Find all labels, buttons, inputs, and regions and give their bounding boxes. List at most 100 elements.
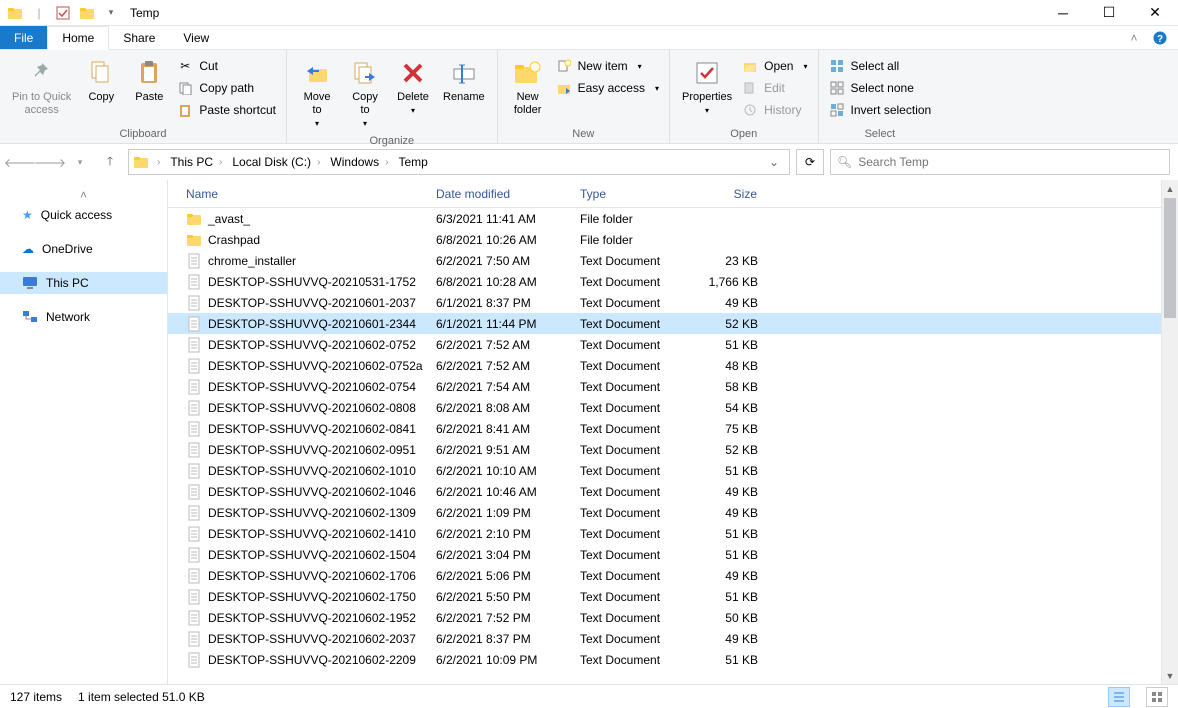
breadcrumb-segment[interactable]: › — [151, 150, 164, 174]
tab-home[interactable]: Home — [47, 26, 109, 50]
file-row[interactable]: DESKTOP-SSHUVVQ-20210602-10466/2/2021 10… — [168, 481, 1161, 502]
file-row[interactable]: DESKTOP-SSHUVVQ-20210531-17526/8/2021 10… — [168, 271, 1161, 292]
select-none-button[interactable]: Select none — [825, 77, 936, 99]
text-file-icon — [186, 400, 202, 416]
file-row[interactable]: _avast_6/3/2021 11:41 AMFile folder — [168, 208, 1161, 229]
select-all-button[interactable]: Select all — [825, 55, 936, 77]
pin-quick-access-button[interactable]: Pin to Quick access — [6, 53, 77, 121]
paste-shortcut-icon — [177, 102, 193, 118]
search-box[interactable]: 🔍︎ — [830, 149, 1170, 175]
open-button[interactable]: Open▾ — [738, 55, 811, 77]
maximize-button[interactable]: ☐ — [1086, 0, 1132, 26]
tab-file[interactable]: File — [0, 26, 47, 49]
col-name[interactable]: Name — [178, 187, 428, 201]
details-view-button[interactable] — [1108, 687, 1130, 707]
history-button[interactable]: History — [738, 99, 811, 121]
sidebar-this-pc[interactable]: This PC — [0, 272, 167, 294]
move-to-button[interactable]: Move to▾ — [293, 53, 341, 133]
folder-icon — [4, 2, 26, 24]
newfolder-qat-icon[interactable] — [76, 2, 98, 24]
file-row[interactable]: DESKTOP-SSHUVVQ-20210602-13096/2/2021 1:… — [168, 502, 1161, 523]
vertical-scrollbar[interactable]: ▲ ▼ — [1161, 180, 1178, 684]
file-size: 1,766 KB — [692, 275, 766, 289]
qat-dropdown-icon[interactable]: ▾ — [100, 2, 122, 24]
column-headers: Name Date modified Type Size — [168, 180, 1161, 208]
copy-to-button[interactable]: Copy to▾ — [341, 53, 389, 133]
refresh-button[interactable]: ⟳ — [796, 149, 824, 175]
invert-selection-icon — [829, 102, 845, 118]
scrollbar-thumb[interactable] — [1164, 198, 1176, 318]
sidebar-quick-access[interactable]: ★Quick access — [0, 204, 167, 226]
file-date: 6/3/2021 11:41 AM — [428, 212, 572, 226]
file-size: 75 KB — [692, 422, 766, 436]
file-row[interactable]: DESKTOP-SSHUVVQ-20210602-10106/2/2021 10… — [168, 460, 1161, 481]
col-type[interactable]: Type — [572, 187, 692, 201]
col-size[interactable]: Size — [692, 187, 766, 201]
file-row[interactable]: DESKTOP-SSHUVVQ-20210602-07546/2/2021 7:… — [168, 376, 1161, 397]
file-row[interactable]: DESKTOP-SSHUVVQ-20210602-14106/2/2021 2:… — [168, 523, 1161, 544]
tab-view[interactable]: View — [169, 26, 223, 49]
address-bar[interactable]: › This PC› Local Disk (C:)› Windows› Tem… — [128, 149, 790, 175]
paste-shortcut-button[interactable]: Paste shortcut — [173, 99, 280, 121]
new-folder-button[interactable]: New folder — [504, 53, 552, 121]
minimize-button[interactable]: ─ — [1040, 0, 1086, 26]
file-row[interactable]: DESKTOP-SSHUVVQ-20210602-08086/2/2021 8:… — [168, 397, 1161, 418]
breadcrumb-segment[interactable]: Local Disk (C:)› — [228, 150, 324, 174]
copy-path-button[interactable]: Copy path — [173, 77, 280, 99]
file-row[interactable]: DESKTOP-SSHUVVQ-20210602-09516/2/2021 9:… — [168, 439, 1161, 460]
file-row[interactable]: DESKTOP-SSHUVVQ-20210602-17066/2/2021 5:… — [168, 565, 1161, 586]
scroll-up-icon[interactable]: ▲ — [1162, 180, 1178, 197]
file-row[interactable]: DESKTOP-SSHUVVQ-20210602-0752a6/2/2021 7… — [168, 355, 1161, 376]
large-icons-view-button[interactable] — [1146, 687, 1168, 707]
cut-button[interactable]: ✂Cut — [173, 55, 280, 77]
file-list[interactable]: Name Date modified Type Size _avast_6/3/… — [168, 180, 1161, 684]
file-row[interactable]: DESKTOP-SSHUVVQ-20210601-23446/1/2021 11… — [168, 313, 1161, 334]
back-button[interactable]: 🡐 — [8, 148, 32, 176]
qat-separator-icon: | — [28, 2, 50, 24]
sidebar-onedrive[interactable]: ☁OneDrive — [0, 238, 167, 260]
scroll-down-icon[interactable]: ▼ — [1162, 667, 1178, 684]
group-organize: Move to▾ Copy to▾ Delete▾ Rename Organiz… — [287, 50, 498, 143]
search-icon: 🔍︎ — [837, 155, 852, 169]
file-row[interactable]: DESKTOP-SSHUVVQ-20210602-22096/2/2021 10… — [168, 649, 1161, 670]
address-dropdown-icon[interactable]: ⌄ — [763, 155, 785, 169]
file-row[interactable]: DESKTOP-SSHUVVQ-20210602-07526/2/2021 7:… — [168, 334, 1161, 355]
properties-button[interactable]: Properties▾ — [676, 53, 738, 120]
edit-button[interactable]: Edit — [738, 77, 811, 99]
new-item-button[interactable]: New item▾ — [552, 55, 663, 77]
search-input[interactable] — [858, 155, 1163, 169]
rename-button[interactable]: Rename — [437, 53, 491, 108]
col-date[interactable]: Date modified — [428, 187, 572, 201]
file-row[interactable]: DESKTOP-SSHUVVQ-20210602-17506/2/2021 5:… — [168, 586, 1161, 607]
forward-button[interactable]: 🡒 — [38, 148, 62, 176]
tab-share[interactable]: Share — [109, 26, 169, 49]
file-row[interactable]: DESKTOP-SSHUVVQ-20210601-20376/1/2021 8:… — [168, 292, 1161, 313]
help-icon[interactable]: ? — [1148, 26, 1172, 49]
history-icon — [742, 102, 758, 118]
file-row[interactable]: DESKTOP-SSHUVVQ-20210602-20376/2/2021 8:… — [168, 628, 1161, 649]
file-name: DESKTOP-SSHUVVQ-20210602-0752a — [208, 359, 423, 373]
text-file-icon — [186, 274, 202, 290]
paste-button[interactable]: Paste — [125, 53, 173, 108]
breadcrumb-segment[interactable]: This PC› — [166, 150, 226, 174]
pc-icon — [22, 276, 38, 290]
file-row[interactable]: DESKTOP-SSHUVVQ-20210602-08416/2/2021 8:… — [168, 418, 1161, 439]
recent-locations-button[interactable]: ▾ — [68, 148, 92, 176]
sidebar-network[interactable]: Network — [0, 306, 167, 328]
delete-button[interactable]: Delete▾ — [389, 53, 437, 120]
easy-access-button[interactable]: Easy access▾ — [552, 77, 663, 99]
up-button[interactable]: 🡑 — [98, 148, 122, 176]
close-button[interactable]: ✕ — [1132, 0, 1178, 26]
nav-row: 🡐 🡒 ▾ 🡑 › This PC› Local Disk (C:)› Wind… — [0, 144, 1178, 180]
file-row[interactable]: chrome_installer6/2/2021 7:50 AMText Doc… — [168, 250, 1161, 271]
file-row[interactable]: DESKTOP-SSHUVVQ-20210602-15046/2/2021 3:… — [168, 544, 1161, 565]
invert-selection-button[interactable]: Invert selection — [825, 99, 936, 121]
nav-collapse-icon[interactable]: ˄ — [0, 186, 167, 204]
copy-button[interactable]: Copy — [77, 53, 125, 108]
properties-qat-icon[interactable] — [52, 2, 74, 24]
breadcrumb-segment[interactable]: Windows› — [326, 150, 392, 174]
file-row[interactable]: Crashpad6/8/2021 10:26 AMFile folder — [168, 229, 1161, 250]
ribbon-collapse-icon[interactable]: ˄ — [1122, 26, 1146, 49]
file-row[interactable]: DESKTOP-SSHUVVQ-20210602-19526/2/2021 7:… — [168, 607, 1161, 628]
breadcrumb-segment[interactable]: Temp — [394, 150, 431, 174]
